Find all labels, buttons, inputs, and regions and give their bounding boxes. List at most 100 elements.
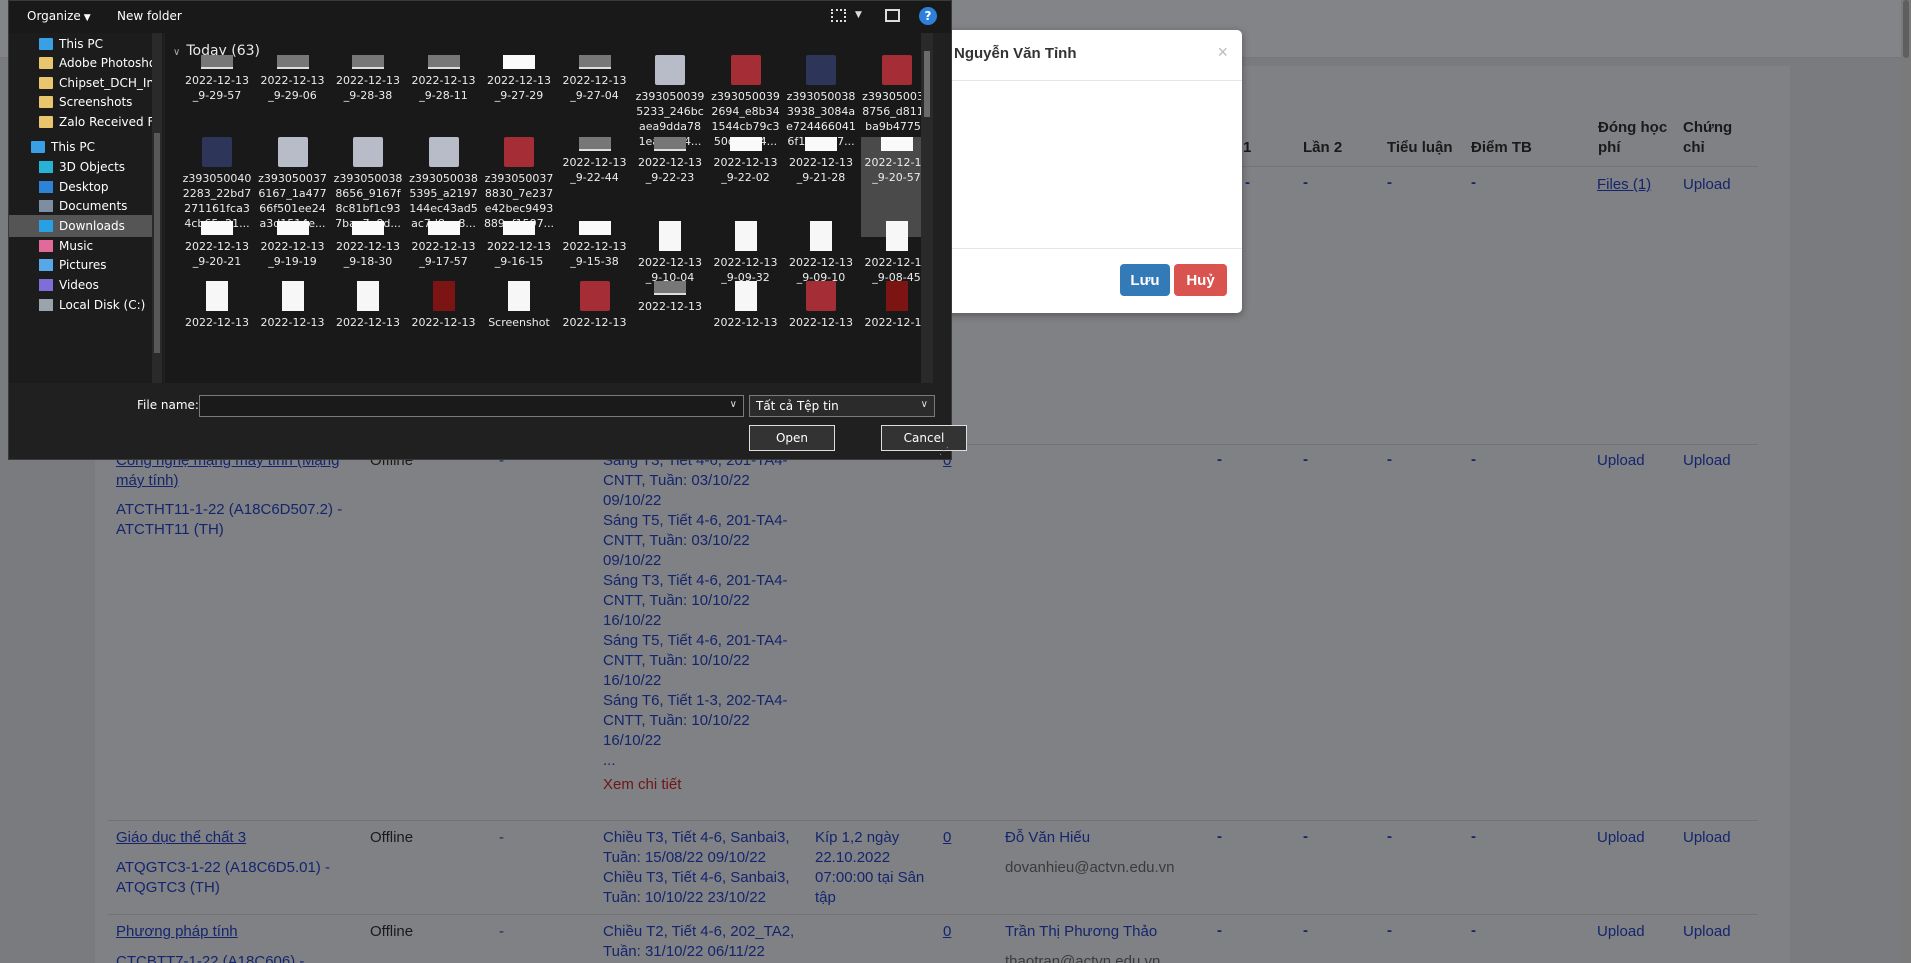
preview-pane-icon[interactable] xyxy=(885,9,900,22)
nav-item-label: 3D Objects xyxy=(59,160,126,174)
file-name-text: 6167_1a477 xyxy=(258,187,327,200)
header-lan-1: 1 xyxy=(1243,139,1252,156)
upload-link[interactable]: Upload xyxy=(1597,922,1645,942)
file-name-text: z393050040 xyxy=(182,172,252,185)
file-item[interactable]: 2022-12-13 xyxy=(785,281,857,381)
dash-cell: - xyxy=(1245,174,1250,191)
file-thumbnail-icon xyxy=(432,281,455,311)
file-name-text: 2022-12-13 xyxy=(562,156,627,169)
upload-link[interactable]: Upload xyxy=(1597,828,1645,848)
schedule-line: CNTT, Tuần: 03/10/22 xyxy=(603,532,750,549)
nav-item-label: Downloads xyxy=(59,219,125,233)
dialog-cancel-button[interactable]: Cancel xyxy=(881,425,967,451)
file-item[interactable]: Screenshot xyxy=(483,281,555,381)
class-code: ATCTHT11-1-22 (A18C6D507.2) - ATCTHT11 (… xyxy=(116,501,343,538)
upload-link[interactable]: Upload xyxy=(1683,451,1731,471)
row-divider xyxy=(108,914,1758,915)
header-tieu-luan: Tiểu luận xyxy=(1387,139,1453,156)
teacher-email: thaotran@actvn.edu.vn xyxy=(1005,953,1161,963)
file-name-text: z393050039 xyxy=(711,90,780,103)
page-scrollbar-thumb[interactable] xyxy=(1903,0,1909,58)
nav-scrollbar-thumb[interactable] xyxy=(154,133,160,353)
view-options-icon[interactable] xyxy=(831,9,846,22)
upload-link[interactable]: Upload xyxy=(1597,451,1645,471)
count-link[interactable]: 0 xyxy=(943,922,951,942)
file-name-text: Screenshot xyxy=(488,316,550,329)
file-list-scrollbar-thumb[interactable] xyxy=(924,51,930,117)
help-icon[interactable]: ? xyxy=(919,7,937,25)
nav-item[interactable]: Zalo Received Files xyxy=(39,111,159,133)
file-name-text: 2022-12-13 xyxy=(260,240,325,253)
file-list-scrollbar[interactable] xyxy=(921,33,933,383)
navigation-pane: This PC Adobe Photoshop Chipset_DCH_Intel S… xyxy=(9,33,163,383)
count-link[interactable]: 0 xyxy=(943,828,951,848)
disk-icon xyxy=(39,299,53,311)
file-item[interactable]: 2022-12-13 xyxy=(408,281,480,381)
file-name-input[interactable]: ∨ xyxy=(199,395,744,417)
file-thumbnail-icon xyxy=(880,137,913,151)
course-link[interactable]: Phương pháp tính xyxy=(116,922,238,942)
nav-scrollbar[interactable] xyxy=(152,33,162,383)
save-button[interactable]: Lưu xyxy=(1120,264,1170,296)
file-name-text: 8c81bf1c93 xyxy=(335,202,401,215)
chevron-down-icon[interactable]: ▼ xyxy=(855,10,862,20)
folder-icon xyxy=(39,116,53,128)
view-detail-link[interactable]: Xem chi tiết xyxy=(603,775,793,795)
resize-grip-icon[interactable]: ⋰ xyxy=(939,446,949,457)
upload-link[interactable]: Upload xyxy=(1683,828,1731,848)
file-thumbnail-icon xyxy=(578,221,611,235)
file-name-text: _9-29-57 xyxy=(192,89,242,102)
files-link[interactable]: Files (1) xyxy=(1597,175,1651,195)
nav-item[interactable]: Downloads xyxy=(9,215,153,237)
file-name-text: 2022-12-13 xyxy=(713,256,778,269)
page-scrollbar[interactable] xyxy=(1901,0,1911,963)
file-type-select[interactable]: Tất cả Tệp tin ∨ xyxy=(749,395,935,417)
close-icon[interactable]: × xyxy=(1217,42,1228,63)
open-button[interactable]: Open xyxy=(749,425,835,451)
chevron-down-icon[interactable]: ∨ xyxy=(730,399,737,410)
course-link[interactable]: Giáo dục thể chất 3 xyxy=(116,828,246,848)
file-name-text: 8656_9167f xyxy=(335,187,401,200)
schedule-line: 16/10/22 xyxy=(603,672,662,689)
nav-item[interactable]: 3D Objects xyxy=(39,156,159,178)
mode-text: Offline xyxy=(370,829,414,846)
nav-item[interactable]: This PC xyxy=(31,136,151,158)
file-name-text: 2022-12-13 xyxy=(260,74,325,87)
nav-item[interactable]: Pictures xyxy=(39,254,159,276)
nav-item[interactable]: Documents xyxy=(39,195,159,217)
upload-link[interactable]: Upload xyxy=(1683,922,1731,942)
schedule-line: CNTT, Tuần: 03/10/22 xyxy=(603,472,750,489)
cancel-button[interactable]: Huỷ xyxy=(1174,264,1227,296)
file-name-text: z393050037 xyxy=(484,172,554,185)
organize-menu[interactable]: Organize ▼ xyxy=(27,9,91,23)
nav-item[interactable]: Videos xyxy=(39,274,159,296)
class-code: ATQGTC3-1-22 (A18C6D5.01) - ATQGTC3 (TH) xyxy=(116,859,330,896)
exam-line: 22.10.2022 xyxy=(815,849,891,866)
file-thumbnail-icon xyxy=(353,137,383,167)
file-thumbnail-icon xyxy=(578,137,611,151)
nav-item-label: Adobe Photoshop xyxy=(59,56,159,70)
file-item[interactable]: 2022-12-13 xyxy=(257,281,329,381)
file-item[interactable]: 2022-12-13 xyxy=(181,281,253,381)
file-name-text: _9-15-38 xyxy=(570,255,619,268)
nav-item[interactable]: Local Disk (C:) xyxy=(39,294,159,316)
file-item[interactable]: 2022-12-13 xyxy=(332,281,404,381)
nav-item[interactable]: Screenshots xyxy=(39,91,159,113)
file-name-text: z393050039 xyxy=(635,90,705,103)
upload-link[interactable]: Upload xyxy=(1683,175,1731,195)
header-chung-chi: Chứng chỉ xyxy=(1683,119,1733,156)
file-item[interactable]: 2022-12-13 xyxy=(634,281,706,381)
nav-item[interactable]: Adobe Photoshop xyxy=(39,52,159,74)
file-thumbnail-icon xyxy=(806,281,836,311)
class-code: CTCBTT7-1-22 (A18C606) - xyxy=(116,953,305,963)
modal-title: Nguyễn Văn Tỉnh xyxy=(954,45,1077,62)
edit-modal: Nguyễn Văn Tỉnh × Lưu Huỷ xyxy=(930,30,1242,313)
chevron-down-icon: ∨ xyxy=(173,47,181,58)
file-thumbnail-icon xyxy=(881,55,912,85)
new-folder-button[interactable]: New folder xyxy=(117,9,182,23)
file-item[interactable]: 2022-12-13 xyxy=(559,281,631,381)
file-name-text: 2022-12-13 xyxy=(562,74,627,87)
schedule-line: Sáng T3, Tiết 4-6, 201-TA4- xyxy=(603,572,788,589)
file-name-text: 5233_246bc xyxy=(636,105,704,118)
file-item[interactable]: 2022-12-13 xyxy=(710,281,782,381)
